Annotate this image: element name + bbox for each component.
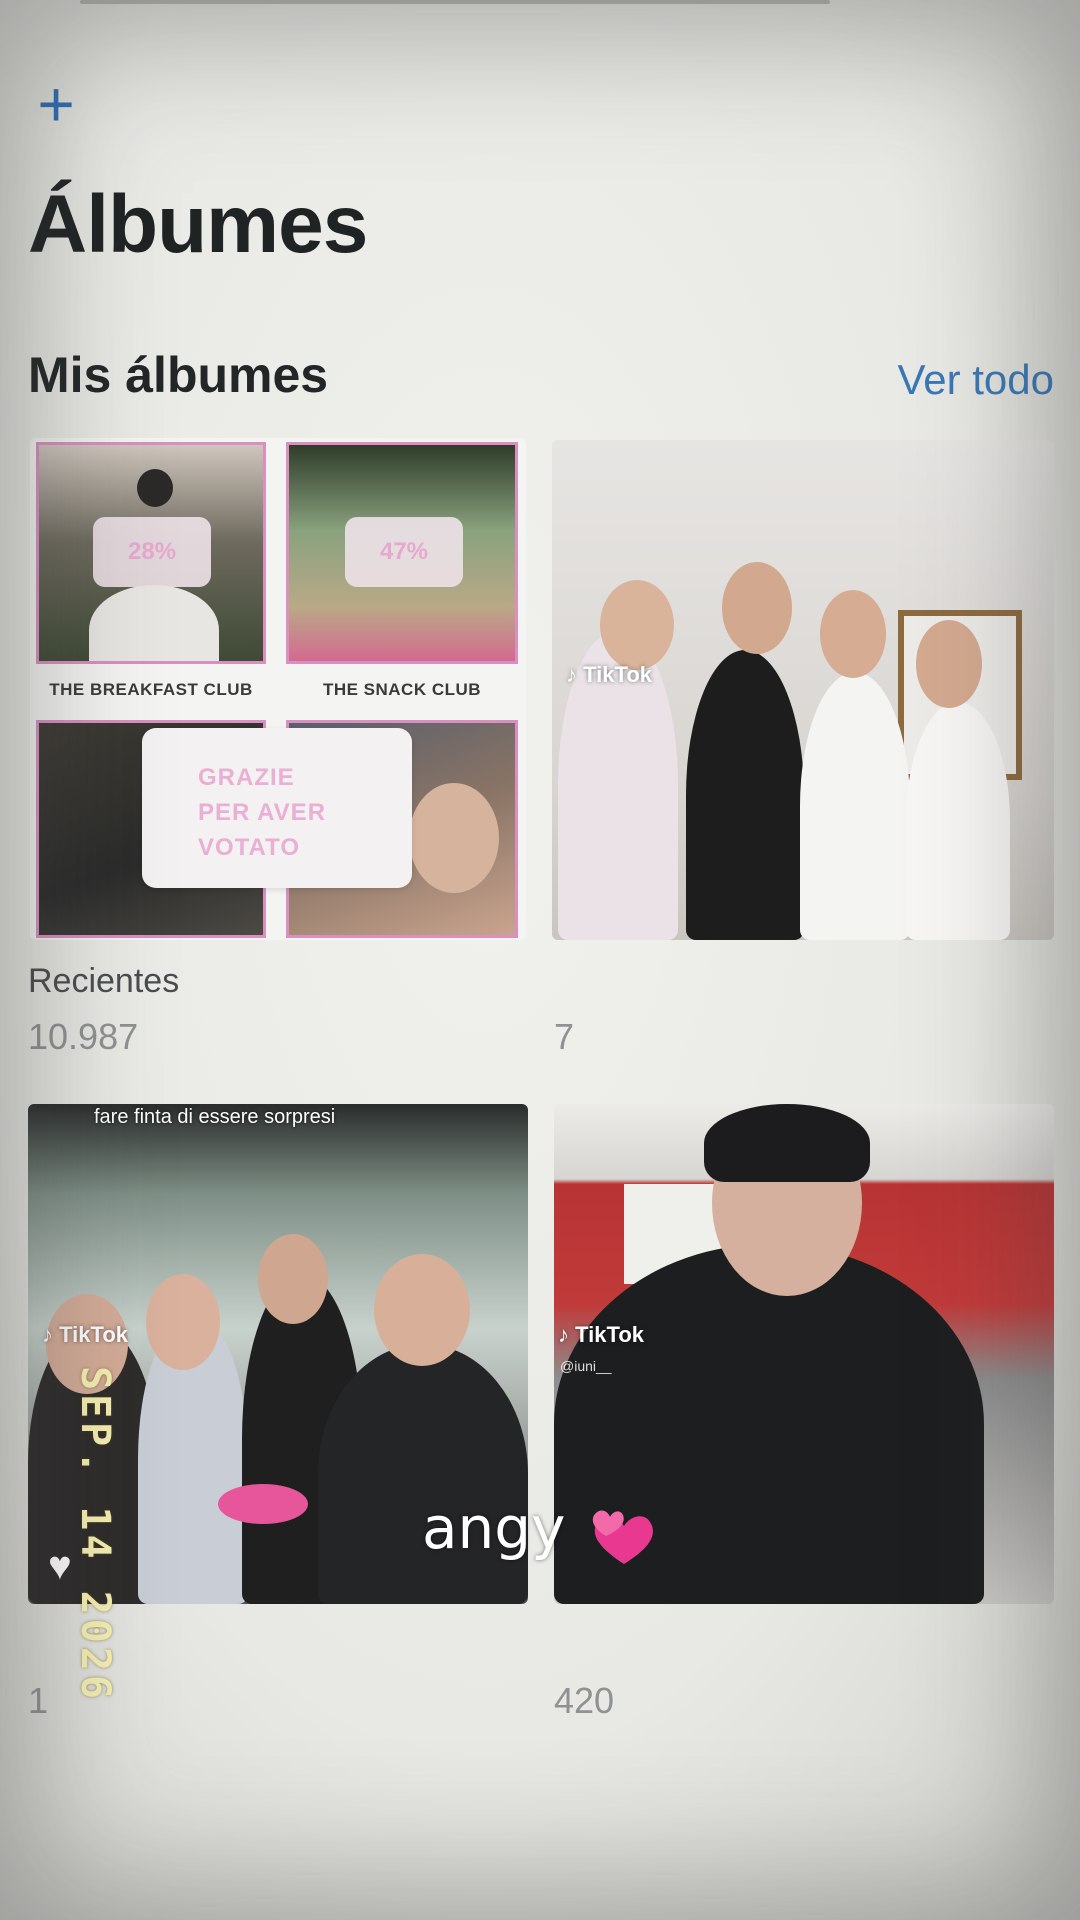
person-head [137, 469, 173, 507]
tile-caption: THE SNACK CLUB [322, 680, 482, 699]
favorite-heart-icon: ♥ [48, 1544, 72, 1588]
person-head [722, 562, 792, 654]
album-count: 7 [554, 1016, 575, 1057]
card-line: VOTATO [198, 834, 300, 861]
hair [704, 1104, 870, 1182]
video-caption: fare finta di essere sorpresi [94, 1106, 336, 1128]
person-figure [89, 585, 219, 661]
album-name: Recientes [28, 962, 180, 1000]
tiktok-handle: @iuni__ [560, 1358, 612, 1374]
vignette-overlay [0, 0, 1080, 1920]
card-line: GRAZIE [198, 764, 295, 791]
person-head [916, 620, 982, 708]
top-bar-edge [80, 0, 830, 4]
tiktok-icon: ♪ [42, 1322, 53, 1347]
person-head [374, 1254, 470, 1366]
name-sticker: angy [422, 1494, 566, 1562]
person-head [600, 580, 674, 670]
person-head [258, 1234, 328, 1324]
tiktok-watermark: ♪ TikTok [558, 1322, 644, 1347]
add-album-button[interactable]: + [28, 72, 84, 136]
collage-tile-1: 28% [36, 442, 266, 664]
person-head [820, 590, 886, 678]
percentage-badge: 47% [345, 517, 463, 587]
date-stamp: SEP. 14 2026 [72, 1366, 118, 1703]
person-head [146, 1274, 220, 1370]
tile-caption: THE BREAKFAST CLUB [49, 680, 253, 699]
photos-albums-screen: + Álbumes Mis álbumes Ver todo 28% THE B… [0, 0, 1080, 1920]
vote-thanks-text: GRAZIE PER AVER VOTATO [198, 760, 398, 865]
vote-thanks-card: GRAZIE PER AVER VOTATO [142, 728, 412, 888]
tiktok-watermark: ♪ TikTok [42, 1322, 128, 1347]
page-title: Álbumes [28, 179, 368, 270]
tiktok-icon: ♪ [566, 662, 577, 687]
album-count: 10.987 [28, 1016, 139, 1057]
pink-award [218, 1484, 308, 1524]
section-title: Mis álbumes [28, 347, 329, 403]
album-count: 420 [554, 1680, 615, 1721]
card-line: PER AVER [198, 799, 327, 826]
hearts-icon [592, 1510, 653, 1564]
album-recientes[interactable]: 28% THE BREAKFAST CLUB 47% THE SNACK CLU… [30, 438, 526, 940]
see-all-link[interactable]: Ver todo [898, 356, 1054, 404]
person-figure [686, 650, 804, 940]
collage-tile-2: 47% [286, 442, 518, 664]
album-2[interactable]: ♪ TikTok [552, 440, 1054, 940]
album-count: 1 [28, 1680, 49, 1721]
person-head [409, 783, 499, 893]
person-figure [318, 1344, 528, 1604]
tiktok-icon: ♪ [558, 1322, 569, 1347]
person-figure [800, 672, 910, 940]
percentage-badge: 28% [93, 517, 211, 587]
plus-icon: + [37, 68, 75, 140]
tiktok-watermark: ♪ TikTok [566, 662, 652, 687]
person-figure [906, 702, 1010, 940]
